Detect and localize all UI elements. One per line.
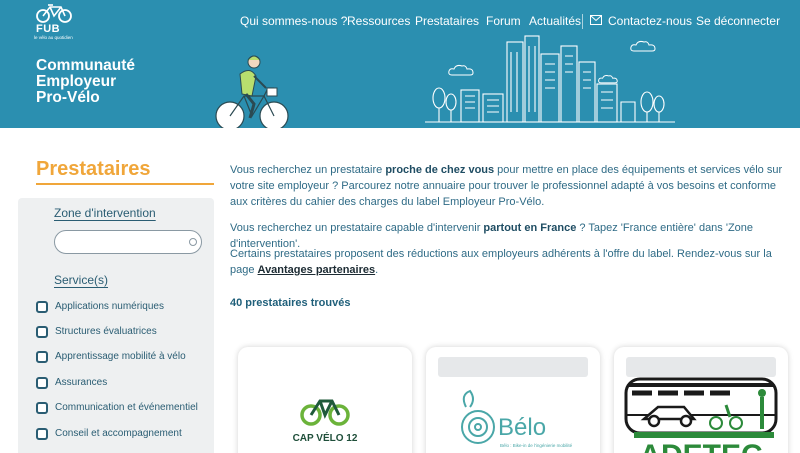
service-option[interactable]: Communication et événementiel xyxy=(36,401,216,417)
avantages-partenaires-link[interactable]: Avantages partenaires xyxy=(258,264,376,276)
logo-tagline: le vélo au quotidien xyxy=(34,35,73,40)
service-option[interactable]: Apprentissage mobilité à vélo xyxy=(36,350,216,366)
card-header xyxy=(438,357,588,377)
checkbox[interactable] xyxy=(36,428,48,440)
service-option[interactable]: Structures évaluatrices xyxy=(36,325,216,341)
provider-card[interactable]: ADETEC xyxy=(614,347,788,453)
site-title-line-1: Communauté xyxy=(36,57,136,74)
intro-text: . xyxy=(375,264,379,276)
cyclist-illustration-icon xyxy=(215,55,289,128)
service-option-label: Assurances xyxy=(55,377,108,388)
card-tagline: Bélo : Bike-in de l'ingénierie mobilité xyxy=(500,443,573,448)
intro-paragraph-3: Certains prestataires proposent des rédu… xyxy=(230,246,796,278)
site-title[interactable]: Communauté Employeur Pro-Vélo xyxy=(36,58,166,106)
nav-item-forum[interactable]: Forum xyxy=(486,14,521,28)
intro-emphasis: proche de chez vous xyxy=(385,164,495,176)
nav-item-actualites[interactable]: Actualités xyxy=(529,14,581,28)
nav-item-se-deconnecter[interactable]: Se déconnecter xyxy=(696,14,780,28)
heading-underline xyxy=(36,183,214,185)
card-header xyxy=(626,357,776,377)
zone-input[interactable] xyxy=(63,231,183,253)
nav-item-qui-sommes-nous[interactable]: Qui sommes-nous ? xyxy=(240,14,347,28)
zone-filter-label: Zone d'intervention xyxy=(54,206,156,220)
intro-text: Vous recherchez un prestataire xyxy=(230,164,386,176)
checkbox[interactable] xyxy=(36,377,48,389)
nav-item-ressources[interactable]: Ressources xyxy=(347,14,410,28)
city-skyline-icon xyxy=(425,35,675,123)
cap-velo-12-logo-icon: CAP VÉLO 12 xyxy=(293,399,358,444)
service-option-label: Conseil et accompagnement xyxy=(55,428,182,439)
service-option-label: Apprentissage mobilité à vélo xyxy=(55,351,186,362)
intro-paragraph-1: Vous recherchez un prestataire proche de… xyxy=(230,162,796,210)
card-name: Bélo xyxy=(498,414,546,441)
results-count: 40 prestataires trouvés xyxy=(230,297,351,309)
service-option-label: Communication et événementiel xyxy=(55,402,198,413)
service-option[interactable]: Conseil et accompagnement xyxy=(36,427,216,443)
page-title: Prestataires xyxy=(36,158,151,180)
adetec-logo-icon: ADETEC xyxy=(624,377,778,453)
intro-text: Vous recherchez un prestataire capable d… xyxy=(230,222,484,234)
card-name: CAP VÉLO 12 xyxy=(293,431,358,444)
checkbox[interactable] xyxy=(36,402,48,414)
checkbox[interactable] xyxy=(36,326,48,338)
service-option-label: Structures évaluatrices xyxy=(55,326,157,337)
provider-card[interactable]: Bélo Bélo : Bike-in de l'ingénierie mobi… xyxy=(426,347,600,453)
zone-input-indicator-icon xyxy=(189,238,197,246)
site-header: FUB le vélo au quotidien Communauté Empl… xyxy=(0,0,800,128)
nav-item-prestataires[interactable]: Prestataires xyxy=(415,14,479,28)
services-filter-label: Service(s) xyxy=(54,273,109,287)
zone-input-wrapper xyxy=(54,230,202,254)
checkbox[interactable] xyxy=(36,351,48,363)
belo-logo-icon: Bélo Bélo : Bike-in de l'ingénierie mobi… xyxy=(461,389,573,448)
service-option[interactable]: Assurances xyxy=(36,376,216,392)
mail-icon xyxy=(590,15,602,25)
checkbox[interactable] xyxy=(36,301,48,313)
main-nav: Qui sommes-nous ? Ressources Prestataire… xyxy=(0,14,800,30)
provider-card[interactable]: CAP VÉLO 12 xyxy=(238,347,412,453)
service-option[interactable]: Applications numériques xyxy=(36,300,216,316)
service-option-label: Applications numériques xyxy=(55,301,164,312)
intro-emphasis: partout en France xyxy=(483,222,577,234)
card-name: ADETEC xyxy=(639,439,762,453)
site-title-line-2: Employeur xyxy=(36,73,117,90)
nav-divider xyxy=(582,14,583,29)
site-title-line-3: Pro-Vélo xyxy=(36,89,100,106)
nav-item-contactez-nous[interactable]: Contactez-nous xyxy=(608,14,692,28)
card-header xyxy=(250,357,400,377)
